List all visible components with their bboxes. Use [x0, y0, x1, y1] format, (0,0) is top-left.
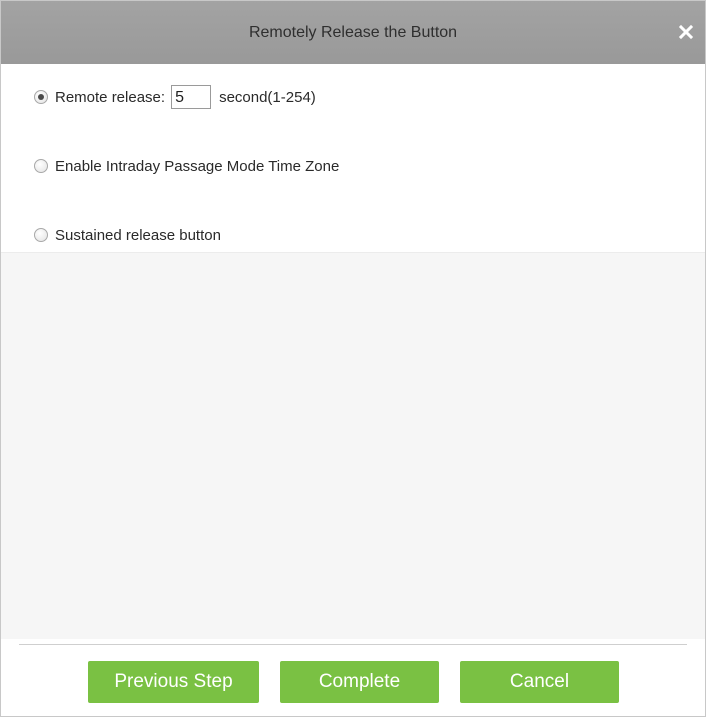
intraday-passage-option[interactable]: Enable Intraday Passage Mode Time Zone: [34, 152, 339, 180]
release-range-hint: second(1-254): [219, 88, 316, 106]
sustained-release-option[interactable]: Sustained release button: [34, 221, 221, 249]
intraday-passage-radio[interactable]: [34, 159, 48, 173]
dialog-title: Remotely Release the Button: [248, 24, 458, 41]
complete-button[interactable]: Complete: [280, 661, 439, 703]
close-icon[interactable]: [675, 21, 697, 43]
footer-divider: [19, 644, 687, 645]
remote-release-dialog: Remotely Release the Button Remote relea…: [0, 0, 706, 717]
dialog-titlebar: Remotely Release the Button: [1, 1, 705, 64]
remote-release-label: Remote release:: [55, 88, 166, 106]
remote-release-option[interactable]: Remote release: second(1-254): [34, 83, 316, 111]
sustained-release-radio[interactable]: [34, 228, 48, 242]
intraday-passage-label: Enable Intraday Passage Mode Time Zone: [55, 157, 340, 175]
remote-release-radio[interactable]: [34, 90, 48, 104]
options-area: Remote release: second(1-254) Enable Int…: [1, 64, 705, 253]
cancel-button[interactable]: Cancel: [460, 661, 619, 703]
release-seconds-input[interactable]: [171, 85, 212, 109]
sustained-release-label: Sustained release button: [55, 226, 221, 244]
dialog-content: Remote release: second(1-254) Enable Int…: [1, 64, 705, 639]
previous-step-button[interactable]: Previous Step: [88, 661, 259, 703]
